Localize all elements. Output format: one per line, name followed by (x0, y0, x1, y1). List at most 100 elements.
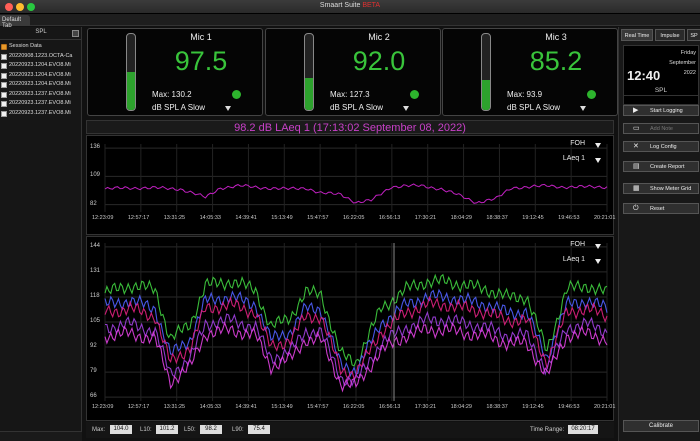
x-tick-label: 14:05:33 (199, 404, 221, 410)
file-list-item[interactable]: Session Data (0, 43, 82, 52)
x-tick-label: 19:12:45 (522, 404, 544, 410)
chevron-down-icon[interactable] (595, 244, 601, 249)
panel-footer (0, 431, 82, 441)
x-tick-label: 18:38:37 (486, 215, 508, 221)
time-range-value: 08:20:17 (568, 425, 598, 434)
y-tick-label: 131 (90, 267, 101, 274)
file-list-item[interactable]: 20220923.1204.EVO8.Mi (0, 62, 82, 71)
window-title: Smaart Suite BETA (0, 2, 700, 9)
x-tick-label: 15:13:49 (271, 404, 293, 410)
clock-display: 12:40 Friday September 2022 (623, 45, 699, 105)
calibrate-button[interactable]: Calibrate (623, 420, 699, 432)
laeq-history-chart[interactable]: 136 109 82 12:23:09 12:57:17 13:31:25 14:05:33… (86, 135, 616, 235)
x-tick-label: 12:23:09 (92, 404, 114, 410)
x-tick-label: 14:39:41 (235, 404, 257, 410)
x-tick-label: 13:31:25 (163, 404, 186, 410)
y-tick-label: 79 (90, 368, 97, 375)
file-list-item[interactable]: 20220923.1237.EVO8.Mi (0, 100, 82, 109)
x-tick-label: 18:04:29 (450, 215, 472, 221)
file-icon (1, 110, 7, 117)
report-icon: ▤ (633, 163, 640, 170)
trace-selector[interactable]: FOH (570, 241, 585, 248)
meter-mic-1[interactable]: Mic 1 97.5 Max: 130.2 dB SPL A Slow (87, 28, 263, 116)
file-list-item-label: Session Data (9, 43, 42, 49)
y-tick-label: 109 (90, 172, 101, 179)
file-list-item[interactable]: 20220908.1223.OCTA-Ca (0, 53, 82, 62)
level-bar-fill (305, 78, 313, 110)
level-bar-fill (482, 79, 490, 110)
clock-year: 2022 (683, 70, 696, 76)
chevron-down-icon[interactable] (225, 106, 231, 111)
spl-history-chart[interactable]: 144 131 118 105 92 79 66 12:23:09 12:57:17 13:31:… (86, 236, 615, 421)
x-tick-label: 17:30:21 (414, 404, 437, 410)
reset-button[interactable]: ⏻ Reset (623, 203, 699, 214)
x-tick-label: 16:56:13 (378, 404, 401, 410)
chevron-down-icon[interactable] (595, 259, 601, 264)
log-config-button[interactable]: ✕ Log Config (623, 141, 699, 152)
panel-menu-icon[interactable] (72, 30, 79, 37)
file-list-item-label: 20220923.1204.EVO8.Mi (9, 81, 71, 87)
file-list-item[interactable]: 20220923.1204.EVO8.Mi (0, 72, 82, 81)
file-list-item-label: 20220923.1237.EVO8.Mi (9, 90, 71, 97)
x-tick-label: 19:46:53 (558, 404, 580, 410)
file-list-item[interactable]: 20220923.1237.EVO8.Mi (0, 110, 82, 119)
start-logging-button[interactable]: ▶ Start Logging (623, 105, 699, 116)
meter-max: Max: 127.3 (330, 90, 370, 99)
x-tick-label: 16:22:05 (343, 215, 365, 221)
level-bar-fill (127, 72, 135, 110)
status-led-icon (232, 90, 241, 99)
create-report-button[interactable]: ▤ Create Report (623, 161, 699, 172)
tab-spl[interactable]: SP (687, 29, 700, 41)
add-note-button[interactable]: ▭ Add Note (623, 123, 699, 134)
meter-name: Mic 1 (190, 32, 212, 42)
reset-icon: ⏻ (633, 205, 639, 212)
y-tick-label: 82 (90, 200, 97, 207)
file-browser-panel: SPL Session Data 20220908.1223.OCTA-Ca 202… (0, 27, 82, 441)
level-bar (481, 33, 491, 111)
file-list-item[interactable]: 20220923.1237.EVO8.Mi (0, 91, 82, 100)
trace-selector[interactable]: LAeq 1 (563, 155, 585, 162)
max-label: Max: (92, 427, 106, 433)
control-panel: Real Time Impulse SP 12:40 Friday Septem… (618, 27, 700, 441)
tab-impulse[interactable]: Impulse (655, 29, 685, 41)
meter-mode-select[interactable]: dB SPL A Slow (507, 103, 560, 112)
x-tick-label: 14:39:41 (235, 215, 257, 221)
tab-real-time[interactable]: Real Time (621, 29, 653, 41)
chevron-down-icon[interactable] (595, 143, 601, 148)
file-list-item[interactable]: 20220923.1204.EVO8.Mi (0, 81, 82, 90)
x-tick-label: 18:38:37 (486, 404, 508, 410)
app-window: Smaart Suite BETA Default Tab SPL Sessio… (0, 0, 700, 441)
meter-mic-2[interactable]: Mic 2 92.0 Max: 127.3 dB SPL A Slow (265, 28, 441, 116)
tab-default[interactable]: Default Tab (0, 15, 30, 29)
controls-header: SPL (623, 84, 699, 96)
y-tick-label: 66 (90, 393, 97, 400)
meter-mic-3[interactable]: Mic 3 85.2 Max: 93.9 dB SPL A Slow (442, 28, 618, 116)
show-meter-grid-button[interactable]: ▦ Show Meter Grid (623, 183, 699, 194)
meter-value: 85.2 (529, 46, 583, 76)
meter-mode-select[interactable]: dB SPL A Slow (152, 103, 205, 112)
file-icon (1, 72, 7, 79)
y-tick-label: 105 (90, 318, 101, 324)
x-tick-label: 12:57:17 (127, 404, 150, 410)
folder-icon (1, 44, 7, 50)
meter-mode-select[interactable]: dB SPL A Slow (330, 103, 383, 112)
status-led-icon (410, 90, 419, 99)
trace-selector[interactable]: LAeq 1 (563, 256, 585, 263)
chevron-down-icon[interactable] (403, 106, 409, 111)
button-label: Show Meter Grid (650, 186, 692, 192)
x-tick-label: 20:21:01 (594, 215, 616, 221)
trace-selector[interactable]: FOH (570, 140, 585, 147)
chevron-down-icon[interactable] (580, 106, 586, 111)
file-list-item-label: 20220923.1204.EVO8.Mi (9, 71, 71, 78)
clock-time: 12:40 (627, 68, 661, 83)
x-tick-label: 17:30:21 (414, 215, 437, 221)
x-tick-label: 19:46:53 (558, 215, 580, 221)
x-tick-label: 12:57:17 (127, 215, 150, 221)
y-tick-label: 136 (90, 144, 101, 151)
meter-value: 97.5 (174, 46, 228, 76)
l10-value: 101.2 (156, 425, 178, 434)
tab-bar: Default Tab (0, 14, 700, 29)
file-icon (1, 63, 7, 69)
chevron-down-icon[interactable] (595, 158, 601, 163)
x-tick-label: 14:05:33 (199, 215, 221, 221)
